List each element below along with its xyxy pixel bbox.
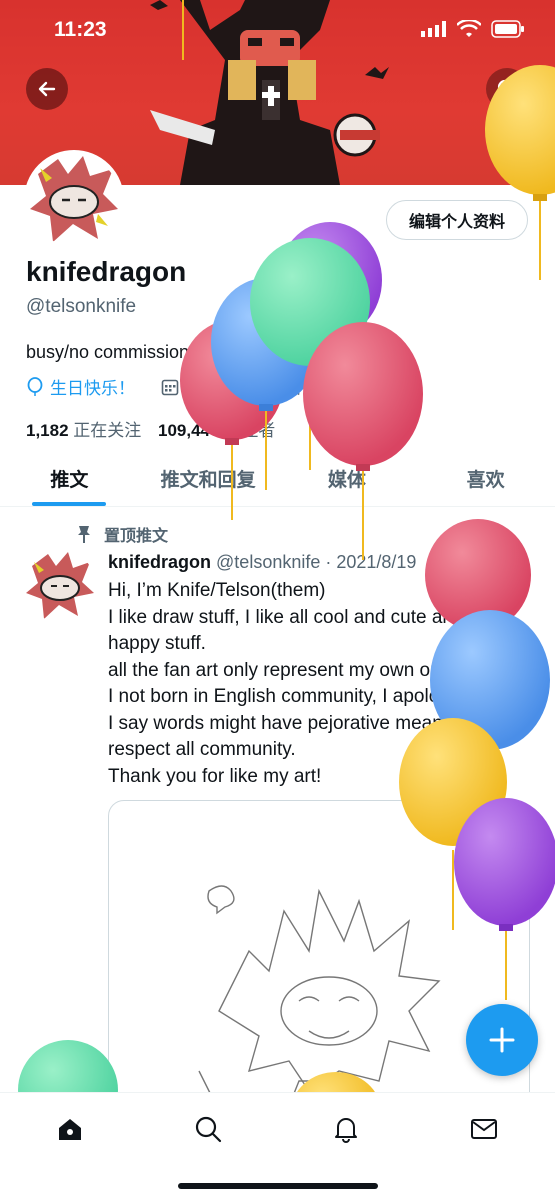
more-options-button[interactable]: ··· (506, 548, 526, 571)
home-icon (59, 1119, 81, 1140)
tweet-header: knifedragon @telsonknife · 2021/8/19 (108, 552, 416, 573)
compose-tweet-button[interactable] (466, 1004, 538, 1076)
pinned-indicator: 置顶推文 (76, 522, 168, 546)
followers-link[interactable]: 109,440 关注者 (158, 421, 275, 440)
tab-label: 推文 (50, 469, 89, 491)
search-icon (497, 79, 517, 99)
balloon-icon (27, 376, 43, 396)
profile-meta: 生日快乐！ 2015年6月加入 (26, 374, 300, 399)
bell-icon (335, 1118, 357, 1143)
tab-label: 喜欢 (466, 469, 505, 491)
followers-count: 109,440 (158, 421, 220, 440)
tab-label: 推文和回复 (160, 469, 256, 491)
calendar-icon (161, 379, 179, 395)
arrow-left-icon (38, 81, 56, 97)
tweet-text: Hi, I’m Knife/Telson(them) I like draw s… (108, 580, 489, 787)
nav-notifications[interactable] (326, 1109, 366, 1149)
status-icons (421, 20, 525, 38)
status-time: 11:23 (54, 18, 107, 41)
profile-tabs: 推文 推文和回复 媒体 喜欢 (0, 450, 555, 507)
birthday-text: 生日快乐！ (50, 379, 135, 398)
tweet-date: · 2021/8/19 (325, 552, 417, 572)
nav-search[interactable] (188, 1109, 228, 1149)
wifi-icon (457, 20, 481, 37)
tab-tweets-replies[interactable]: 推文和回复 (139, 450, 278, 506)
follow-stats: 1,182 正在关注 109,440 关注者 (26, 416, 275, 441)
search-button[interactable] (486, 68, 528, 110)
profile-bio: busy/no commission/ (26, 342, 195, 362)
joined-date: 2015年6月加入 (185, 379, 301, 398)
profile-display-name: knifedragon (26, 256, 187, 287)
mail-icon (471, 1119, 497, 1139)
tab-media[interactable]: 媒体 (278, 450, 417, 506)
tab-likes[interactable]: 喜欢 (416, 450, 555, 506)
tab-label: 媒体 (327, 469, 366, 491)
battery-icon (491, 20, 524, 38)
edit-profile-button[interactable]: 编辑个人资料 (386, 200, 528, 240)
followers-label: 关注者 (224, 421, 276, 440)
tweet-avatar[interactable] (24, 550, 96, 622)
media-sketch (198, 885, 441, 1131)
signal-icon (421, 21, 446, 37)
pin-icon (78, 526, 90, 543)
plus-icon (489, 1027, 515, 1053)
following-count: 1,182 (26, 421, 69, 440)
pinned-label: 置顶推文 (104, 528, 169, 545)
tweet-handle: @telsonknife (216, 552, 321, 572)
avatar-image (24, 550, 96, 622)
following-link[interactable]: 1,182 正在关注 (26, 421, 141, 440)
back-button[interactable] (26, 68, 68, 110)
tweet-author[interactable]: knifedragon (108, 552, 211, 572)
profile-handle: @telsonknife (26, 296, 137, 317)
nav-messages[interactable] (464, 1109, 504, 1149)
search-icon (195, 1116, 222, 1143)
profile-avatar[interactable] (24, 150, 124, 250)
tweet-media[interactable] (108, 800, 530, 1132)
tab-tweets[interactable]: 推文 (0, 450, 139, 506)
avatar-image (28, 154, 120, 246)
nav-home[interactable] (50, 1109, 90, 1149)
home-indicator (178, 1183, 378, 1189)
following-label: 正在关注 (73, 421, 142, 440)
balloon-red-center (303, 322, 423, 560)
